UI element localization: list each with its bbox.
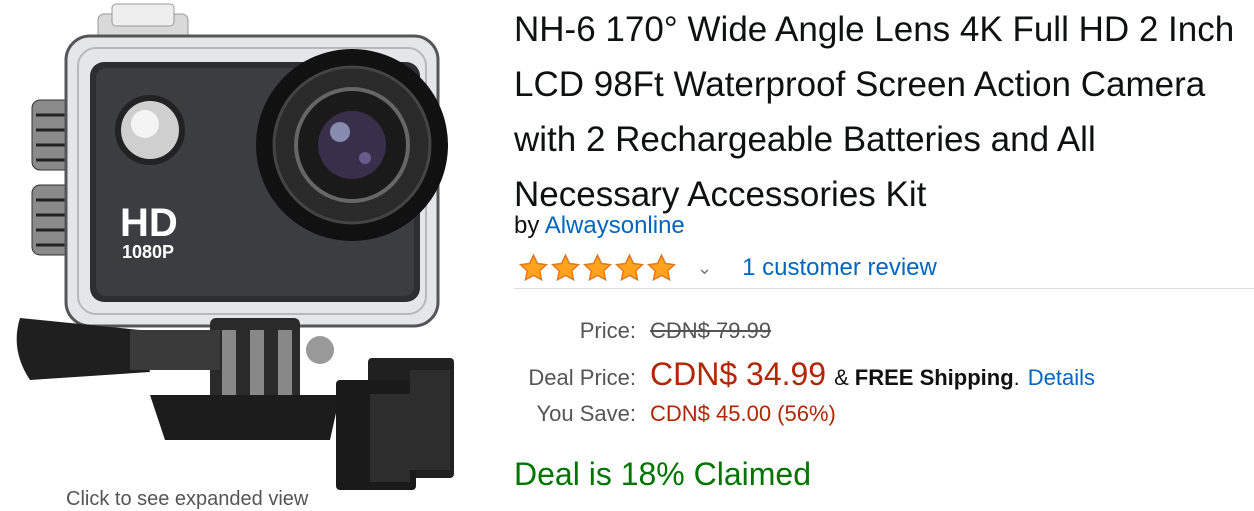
list-price: CDN$ 79.99 xyxy=(650,318,772,343)
brand-link[interactable]: Alwaysonline xyxy=(545,212,685,239)
save-label: You Save: xyxy=(536,401,637,426)
star-icon xyxy=(582,253,613,282)
star-rating[interactable] xyxy=(518,253,677,283)
period: . xyxy=(1013,365,1020,390)
by-prefix: by xyxy=(514,212,540,239)
star-icon xyxy=(614,253,645,282)
star-icon xyxy=(646,253,677,282)
you-save-row: You Save: CDN$ 45.00 (56%) xyxy=(514,401,836,427)
svg-text:1080P: 1080P xyxy=(122,242,174,262)
free-shipping: FREE Shipping xyxy=(854,365,1014,390)
ampersand: & xyxy=(834,365,849,390)
deal-price: CDN$ 34.99 xyxy=(650,356,827,392)
divider xyxy=(514,288,1254,289)
save-amount: CDN$ 45.00 (56%) xyxy=(650,401,836,426)
star-icon xyxy=(518,253,549,282)
product-info: NH-6 170° Wide Angle Lens 4K Full HD 2 I… xyxy=(514,0,1254,492)
deal-claimed-text: Deal is 18% Claimed xyxy=(514,456,812,492)
svg-text:HD: HD xyxy=(120,201,178,245)
product-image[interactable]: HD 1080P Click to see expanded view xyxy=(0,0,500,510)
deal-price-label: Deal Price: xyxy=(528,365,636,390)
details-link[interactable]: Details xyxy=(1028,365,1095,391)
star-icon xyxy=(550,253,581,282)
list-price-row: Price: CDN$ 79.99 xyxy=(514,318,771,344)
price-label: Price: xyxy=(579,318,636,343)
chevron-down-icon[interactable]: ⌄ xyxy=(697,258,712,279)
rating-row: ⌄ 1 customer review xyxy=(518,252,937,284)
byline: by Alwaysonline xyxy=(514,212,685,240)
product-title: NH-6 170° Wide Angle Lens 4K Full HD 2 I… xyxy=(514,10,1235,214)
action-camera-image: HD 1080P xyxy=(16,3,454,490)
review-count-link[interactable]: 1 customer review xyxy=(742,254,937,282)
deal-price-row: Deal Price: CDN$ 34.99 & FREE Shipping .… xyxy=(514,356,1095,393)
